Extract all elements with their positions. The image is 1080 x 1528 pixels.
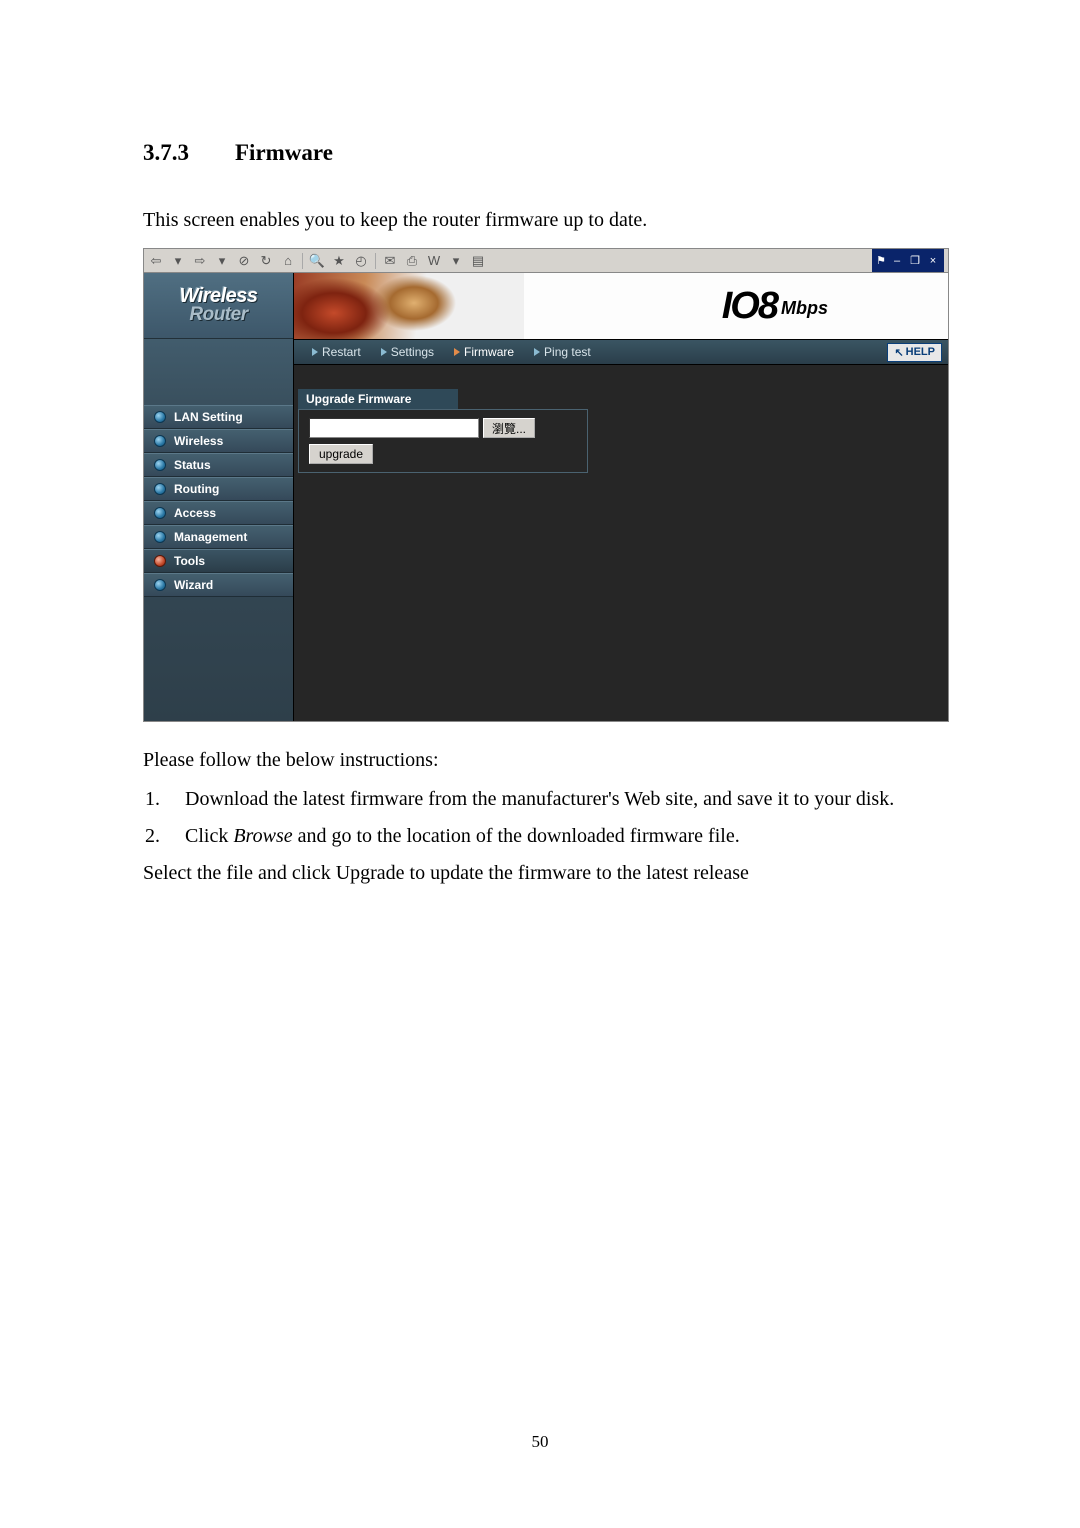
search-icon[interactable]: 🔍 [309, 253, 325, 269]
sidebar-item-label: Routing [174, 482, 219, 496]
browse-button[interactable]: 瀏覽... [483, 418, 535, 438]
toolbar-separator [302, 253, 303, 269]
firmware-file-input[interactable] [309, 418, 479, 438]
sidebar-item-status[interactable]: Status [144, 453, 293, 477]
sidebar-item-tools[interactable]: Tools [144, 549, 293, 573]
tab-label: Restart [322, 345, 361, 359]
discuss-icon[interactable]: ▤ [470, 253, 486, 269]
upgrade-panel: 瀏覽... upgrade [298, 409, 588, 473]
tabbar: Restart Settings Firmware Ping test ↖HEL… [294, 339, 948, 365]
tab-label: Ping test [544, 345, 591, 359]
instruction-step: 1. Download the latest firmware from the… [143, 781, 950, 818]
tab-label: Settings [391, 345, 434, 359]
instructions-final: Select the file and click Upgrade to upd… [143, 855, 950, 892]
logo: Wireless Router [144, 273, 293, 339]
content-area: Upgrade Firmware 瀏覽... upgrade [294, 365, 948, 721]
history-icon[interactable]: ◴ [353, 253, 369, 269]
step-number: 1. [143, 781, 185, 818]
step-text: Click Browse and go to the location of t… [185, 818, 950, 855]
section-number: 3.7.3 [143, 140, 235, 166]
sidebar-item-label: Wizard [174, 578, 213, 592]
bullet-icon [154, 483, 166, 495]
tab-restart[interactable]: Restart [304, 345, 369, 359]
bullet-icon [154, 507, 166, 519]
stop-icon[interactable]: ⊘ [236, 253, 252, 269]
nav-list: LAN Setting Wireless Status Routing Acce… [144, 405, 293, 597]
help-label: HELP [906, 346, 935, 358]
dropdown-icon[interactable]: ▾ [214, 253, 230, 269]
sidebar-item-access[interactable]: Access [144, 501, 293, 525]
dropdown-icon[interactable]: ▾ [448, 253, 464, 269]
home-icon[interactable]: ⌂ [280, 253, 296, 269]
sidebar-item-routing[interactable]: Routing [144, 477, 293, 501]
app-flag-icon: ⚑ [876, 254, 886, 267]
pointer-icon: ↖ [894, 346, 903, 359]
logo-line2: Router [189, 304, 247, 326]
tab-firmware[interactable]: Firmware [446, 345, 522, 359]
page-number: 50 [0, 1432, 1080, 1452]
intro-text: This screen enables you to keep the rout… [143, 204, 950, 236]
back-icon[interactable]: ⇦ [148, 253, 164, 269]
bullet-icon [154, 531, 166, 543]
minimize-button[interactable]: – [890, 255, 904, 267]
tab-label: Firmware [464, 345, 514, 359]
panel-title: Upgrade Firmware [298, 389, 458, 409]
sidebar-item-management[interactable]: Management [144, 525, 293, 549]
bullet-icon [154, 555, 166, 567]
bullet-icon [154, 411, 166, 423]
mail-icon[interactable]: ✉ [382, 253, 398, 269]
triangle-icon [312, 348, 318, 356]
sidebar-item-label: Wireless [174, 434, 223, 448]
instruction-step: 2. Click Browse and go to the location o… [143, 818, 950, 855]
tab-settings[interactable]: Settings [373, 345, 442, 359]
banner-art [294, 273, 524, 339]
section-title: Firmware [235, 140, 333, 165]
close-button[interactable]: × [926, 255, 940, 267]
banner-main: IO8 [722, 285, 777, 327]
bullet-icon [154, 579, 166, 591]
sidebar-item-label: Status [174, 458, 211, 472]
print-icon[interactable]: ⎙ [404, 253, 420, 269]
step-number: 2. [143, 818, 185, 855]
help-button[interactable]: ↖HELP [887, 343, 942, 362]
instructions-lead: Please follow the below instructions: [143, 742, 950, 779]
sidebar-item-label: Tools [174, 554, 205, 568]
step-text: Download the latest firmware from the ma… [185, 781, 950, 818]
sidebar-item-label: Access [174, 506, 216, 520]
browse-emphasis: Browse [233, 825, 292, 847]
favorites-icon[interactable]: ★ [331, 253, 347, 269]
sidebar-item-label: LAN Setting [174, 410, 243, 424]
bullet-icon [154, 435, 166, 447]
banner-unit: Mbps [781, 298, 828, 318]
edit-icon[interactable]: W [426, 253, 442, 269]
tab-ping-test[interactable]: Ping test [526, 345, 599, 359]
section-heading: 3.7.3Firmware [143, 140, 950, 166]
banner-text: IO8Mbps [722, 285, 828, 328]
banner: IO8Mbps [294, 273, 948, 339]
toolbar-separator [375, 253, 376, 269]
browser-toolbar: ⇦ ▾ ⇨ ▾ ⊘ ↻ ⌂ 🔍 ★ ◴ ✉ ⎙ W ▾ ▤ ⚑ – [144, 249, 948, 273]
router-screenshot: ⇦ ▾ ⇨ ▾ ⊘ ↻ ⌂ 🔍 ★ ◴ ✉ ⎙ W ▾ ▤ ⚑ – [143, 248, 949, 722]
sidebar: Wireless Router LAN Setting Wireless Sta… [144, 273, 294, 721]
upgrade-button[interactable]: upgrade [309, 444, 373, 464]
sidebar-item-wireless[interactable]: Wireless [144, 429, 293, 453]
dropdown-icon[interactable]: ▾ [170, 253, 186, 269]
triangle-icon [454, 348, 460, 356]
sidebar-item-label: Management [174, 530, 247, 544]
restore-button[interactable]: ❐ [908, 254, 922, 267]
sidebar-item-wizard[interactable]: Wizard [144, 573, 293, 597]
forward-icon[interactable]: ⇨ [192, 253, 208, 269]
window-controls: ⚑ – ❐ × [872, 249, 944, 272]
bullet-icon [154, 459, 166, 471]
sidebar-item-lan-setting[interactable]: LAN Setting [144, 405, 293, 429]
triangle-icon [381, 348, 387, 356]
triangle-icon [534, 348, 540, 356]
refresh-icon[interactable]: ↻ [258, 253, 274, 269]
